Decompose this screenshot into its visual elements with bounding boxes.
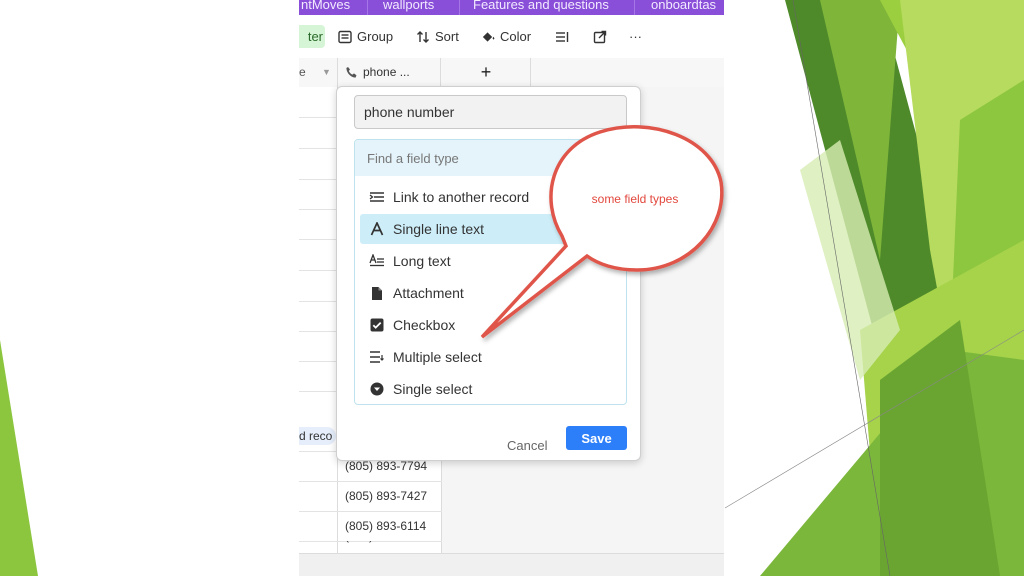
save-button[interactable]: Save [566, 426, 627, 450]
tab-divider [459, 0, 460, 15]
field-type-search-input[interactable] [355, 140, 626, 176]
row-height-button[interactable] [555, 25, 569, 48]
phone-cell[interactable]: (805) 893-7425 [345, 541, 427, 551]
group-label: Group [357, 29, 394, 44]
row-divider [299, 331, 337, 332]
phone-cell[interactable]: (805) 893-6114 [345, 511, 426, 541]
tab-ntmoves[interactable]: ntMoves [301, 0, 350, 15]
linked-record-chip[interactable]: d reco [299, 427, 337, 445]
link-record-icon [369, 189, 385, 205]
tab-divider [634, 0, 635, 15]
sort-button[interactable]: Sort [416, 25, 459, 48]
filter-button[interactable]: ter [299, 25, 325, 48]
row-divider [299, 301, 337, 302]
field-type-label: Long text [393, 253, 451, 269]
phone-cell[interactable]: (805) 893-7427 [345, 481, 427, 511]
field-type-label: Multiple select [393, 349, 482, 365]
single-line-text-icon [369, 221, 385, 237]
checkbox-icon [369, 317, 385, 333]
grid-footer [299, 553, 724, 576]
sort-icon [416, 30, 430, 44]
field-type-label: Single line text [393, 221, 485, 237]
tab-features-and-questions[interactable]: Features and questions [473, 0, 609, 15]
external-link-icon [593, 30, 607, 44]
row-height-icon [555, 30, 569, 44]
group-icon [338, 30, 352, 44]
more-options-icon: ··· [629, 29, 642, 44]
column-header-phone[interactable]: phone ... [338, 58, 441, 87]
long-text-icon [369, 253, 385, 269]
row-divider [299, 270, 337, 271]
column-dropdown-icon: ▼ [322, 67, 331, 77]
field-type-label: Single select [393, 381, 473, 397]
field-type-list: Link to another record Single line text … [354, 139, 627, 405]
field-type-single-select[interactable]: Single select [360, 374, 622, 404]
color-button[interactable]: Color [481, 25, 531, 48]
view-toolbar: ter Group Sort Color ··· [299, 15, 724, 59]
field-type-label: Attachment [393, 285, 464, 301]
table-tabs-bar: ntMoves wallports Features and questions… [299, 0, 724, 15]
single-select-icon [369, 381, 385, 397]
tab-wallports[interactable]: wallports [383, 0, 434, 15]
row-divider [299, 179, 337, 180]
attachment-icon [369, 285, 385, 301]
phone-icon [344, 66, 358, 80]
add-field-button[interactable]: + [442, 58, 531, 87]
tab-onboardtas[interactable]: onboardtas [651, 0, 716, 15]
paint-bucket-icon [481, 30, 495, 44]
row-divider [299, 391, 337, 392]
field-name-input[interactable] [354, 95, 627, 129]
color-label: Color [500, 29, 532, 44]
row-divider [299, 361, 337, 362]
row-divider [299, 148, 337, 149]
column-header-label: phone ... [363, 65, 410, 79]
field-type-single-line-text[interactable]: Single line text [360, 214, 622, 244]
tab-divider [367, 0, 368, 15]
more-options-button[interactable]: ··· [629, 25, 642, 48]
grid-header: e ▼ phone ... + [299, 58, 724, 88]
field-editor-popup: Link to another record Single line text … [336, 86, 641, 461]
share-view-button[interactable] [593, 25, 607, 48]
field-type-label: Link to another record [393, 189, 530, 205]
field-type-label: Checkbox [393, 317, 456, 333]
row-divider [299, 239, 337, 240]
cancel-button[interactable]: Cancel [507, 438, 547, 453]
app-screenshot: ntMoves wallports Features and questions… [299, 0, 724, 576]
column-header-previous[interactable]: e ▼ [299, 58, 338, 87]
field-type-attachment[interactable]: Attachment [360, 278, 622, 308]
column-header-label: e [299, 65, 306, 79]
callout-text: some field types [591, 192, 679, 206]
sort-label: Sort [435, 29, 459, 44]
table-row[interactable]: (805) 893-6114 [299, 511, 442, 542]
field-type-long-text[interactable]: Long text [360, 246, 622, 276]
row-divider [299, 209, 337, 210]
field-type-multiple-select[interactable]: Multiple select [360, 342, 622, 372]
row-divider [299, 117, 337, 118]
multiple-select-icon [369, 349, 385, 365]
field-type-checkbox[interactable]: Checkbox [360, 310, 622, 340]
table-row[interactable]: (805) 893-7427 [299, 481, 442, 512]
group-button[interactable]: Group [338, 25, 393, 48]
